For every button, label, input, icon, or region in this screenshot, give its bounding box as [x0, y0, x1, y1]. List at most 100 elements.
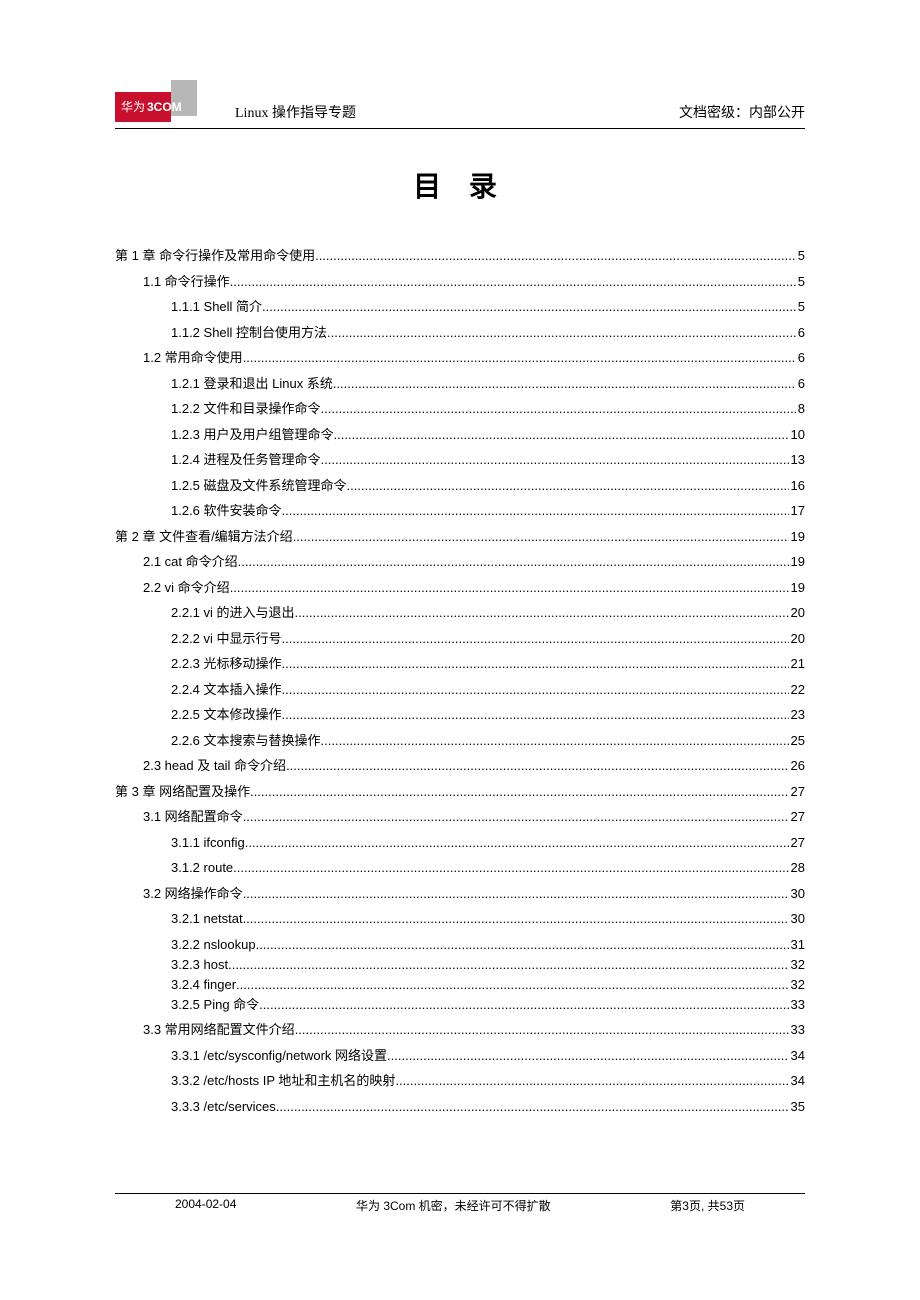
toc-entry[interactable]: 1.1.1 Shell 简介 5 [171, 300, 805, 313]
toc-entry[interactable]: 1.2.3 用户及用户组管理命令 10 [171, 428, 805, 441]
toc-entry[interactable]: 1.2.2 文件和目录操作命令8 [171, 402, 805, 415]
toc-entry[interactable]: 2.2.1 vi 的进入与退出20 [171, 606, 805, 619]
page-footer: 2004-02-04 华为 3Com 机密，未经许可不得扩散 第3页, 共53页 [115, 1193, 805, 1214]
toc-dots [262, 300, 796, 313]
toc-entry[interactable]: 2.2 vi 命令介绍19 [143, 581, 805, 594]
toc-entry[interactable]: 第 2 章 文件查看/编辑方法介绍19 [115, 530, 805, 543]
logo-text-left: 华为 [121, 100, 145, 114]
toc-dots [276, 1100, 789, 1113]
toc-entry-page: 5 [796, 249, 805, 262]
toc-entry[interactable]: 2.2.3 光标移动操作21 [171, 657, 805, 670]
toc-dots [230, 275, 796, 288]
toc-entry-label: 1.1 命令行操作 [143, 275, 230, 288]
toc-entry-label: 3.3 常用网络配置文件介绍 [143, 1023, 295, 1036]
toc-entry-label: 3.2.1 netstat [171, 912, 243, 925]
toc-entry-label: 2.2.2 vi 中显示行号 [171, 632, 282, 645]
toc-entry[interactable]: 3.2.1 netstat 30 [171, 912, 805, 925]
toc-entry[interactable]: 第 3 章 网络配置及操作27 [115, 785, 805, 798]
toc-entry[interactable]: 2.1 cat 命令介绍 19 [143, 555, 805, 568]
toc-entry-label: 2.1 cat 命令介绍 [143, 555, 238, 568]
toc-entry-page: 31 [789, 938, 805, 951]
toc-entry-page: 33 [789, 1023, 805, 1036]
toc-entry[interactable]: 1.1.2 Shell 控制台使用方法6 [171, 326, 805, 339]
toc-entry-label: 3.1.1 ifconfig [171, 836, 245, 849]
toc-entry-page: 19 [789, 555, 805, 568]
toc-entry-page: 27 [789, 810, 805, 823]
toc-dots [347, 479, 789, 492]
huawei-3com-logo: 华为 3COM [115, 80, 209, 122]
toc-entry[interactable]: 3.1.2 route 28 [171, 861, 805, 874]
toc-dots [321, 453, 789, 466]
toc-entry-page: 32 [789, 978, 805, 991]
toc-entry[interactable]: 3.2.4 finger 32 [171, 978, 805, 991]
toc-entry-label: 3.1.2 route [171, 861, 233, 874]
footer-row: 2004-02-04 华为 3Com 机密，未经许可不得扩散 第3页, 共53页 [115, 1197, 805, 1214]
toc-entry-page: 19 [789, 530, 805, 543]
toc-entry-page: 6 [796, 351, 805, 364]
toc-entry[interactable]: 2.2.2 vi 中显示行号20 [171, 632, 805, 645]
toc-entry-label: 1.2.1 登录和退出 Linux 系统 [171, 377, 333, 390]
toc-entry-label: 1.2.3 用户及用户组管理命令 [171, 428, 334, 441]
toc-entry-label: 3.2.2 nslookup [171, 938, 256, 951]
toc-entry[interactable]: 1.2.6 软件安装命令17 [171, 504, 805, 517]
toc-entry-page: 17 [789, 504, 805, 517]
footer-date: 2004-02-04 [175, 1197, 236, 1214]
toc-entry[interactable]: 1.2.4 进程及任务管理命令13 [171, 453, 805, 466]
toc: 第 1 章 命令行操作及常用命令使用51.1 命令行操作51.1.1 Shell… [115, 249, 805, 1113]
toc-entry[interactable]: 3.1.1 ifconfig 27 [171, 836, 805, 849]
toc-dots [228, 958, 788, 971]
toc-entry-label: 3.2.4 finger [171, 978, 236, 991]
doc-classification: 文档密级：内部公开 [679, 102, 805, 122]
toc-entry-label: 3.3.3 /etc/services [171, 1100, 276, 1113]
toc-entry-label: 2.2.1 vi 的进入与退出 [171, 606, 295, 619]
toc-entry-page: 34 [789, 1074, 805, 1087]
logo-text-right: 3COM [147, 100, 182, 114]
toc-entry[interactable]: 1.1 命令行操作5 [143, 275, 805, 288]
toc-entry-page: 10 [789, 428, 805, 441]
toc-entry-label: 第 3 章 网络配置及操作 [115, 785, 250, 798]
toc-entry-page: 28 [789, 861, 805, 874]
toc-entry-page: 30 [789, 912, 805, 925]
toc-entry[interactable]: 3.3.1 /etc/sysconfig/network 网络设置34 [171, 1049, 805, 1062]
toc-dots [236, 978, 788, 991]
toc-entry[interactable]: 3.2 网络操作命令30 [143, 887, 805, 900]
toc-entry-page: 6 [796, 326, 805, 339]
toc-dots [243, 810, 789, 823]
toc-entry[interactable]: 3.2.3 host32 [171, 958, 805, 971]
header-left: 华为 3COM Linux 操作指导专题 [115, 80, 356, 122]
toc-entry[interactable]: 1.2 常用命令使用6 [143, 351, 805, 364]
toc-entry-page: 33 [789, 998, 805, 1011]
toc-entry[interactable]: 2.2.6 文本搜索与替换操作25 [171, 734, 805, 747]
toc-entry-page: 27 [789, 836, 805, 849]
toc-entry[interactable]: 3.3.2 /etc/hosts IP 地址和主机名的映射34 [171, 1074, 805, 1087]
toc-dots [387, 1049, 789, 1062]
toc-dots [282, 632, 789, 645]
toc-dots [315, 249, 796, 262]
toc-dots [333, 377, 796, 390]
toc-entry-label: 2.2.4 文本插入操作 [171, 683, 282, 696]
toc-entry[interactable]: 3.2.5 Ping 命令33 [171, 998, 805, 1011]
toc-entry[interactable]: 2.2.4 文本插入操作 22 [171, 683, 805, 696]
toc-dots [395, 1074, 788, 1087]
toc-entry-page: 34 [789, 1049, 805, 1062]
toc-entry[interactable]: 3.1 网络配置命令27 [143, 810, 805, 823]
toc-entry-page: 23 [789, 708, 805, 721]
toc-entry[interactable]: 1.2.5 磁盘及文件系统管理命令16 [171, 479, 805, 492]
toc-entry[interactable]: 1.2.1 登录和退出 Linux 系统 6 [171, 377, 805, 390]
toc-entry[interactable]: 3.2.2 nslookup 31 [171, 938, 805, 951]
toc-entry[interactable]: 3.3.3 /etc/services35 [171, 1100, 805, 1113]
toc-entry[interactable]: 3.3 常用网络配置文件介绍 33 [143, 1023, 805, 1036]
toc-entry-label: 1.1.1 Shell 简介 [171, 300, 262, 313]
toc-entry-label: 3.2 网络操作命令 [143, 887, 243, 900]
toc-entry-page: 5 [796, 300, 805, 313]
toc-entry[interactable]: 2.2.5 文本修改操作23 [171, 708, 805, 721]
toc-dots [243, 887, 789, 900]
toc-entry[interactable]: 2.3 head 及 tail 命令介绍26 [143, 759, 805, 772]
toc-entry[interactable]: 第 1 章 命令行操作及常用命令使用5 [115, 249, 805, 262]
toc-dots [238, 555, 789, 568]
toc-entry-page: 16 [789, 479, 805, 492]
toc-entry-label: 2.2 vi 命令介绍 [143, 581, 230, 594]
toc-entry-page: 6 [796, 377, 805, 390]
toc-entry-label: 2.2.6 文本搜索与替换操作 [171, 734, 321, 747]
toc-entry-page: 22 [789, 683, 805, 696]
